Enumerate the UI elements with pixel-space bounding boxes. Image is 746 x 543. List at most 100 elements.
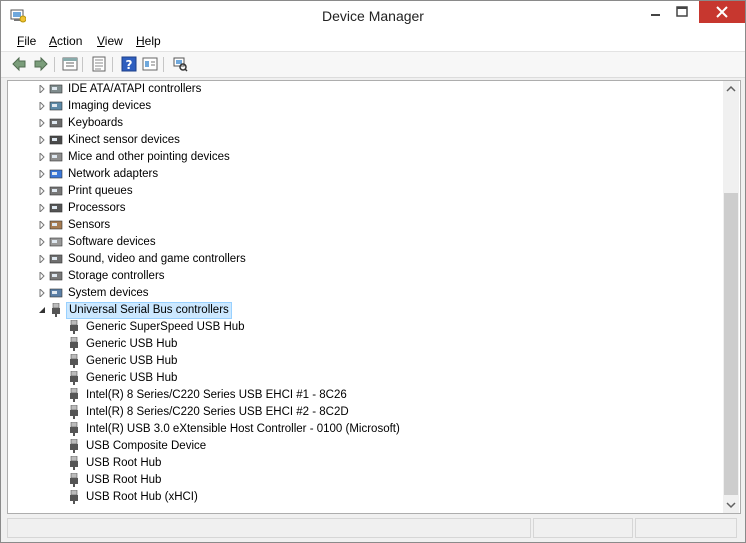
collapsed-arrow-icon[interactable] — [38, 187, 46, 195]
tree-device-row[interactable]: Generic USB Hub — [8, 353, 723, 370]
tree-category-row[interactable]: Keyboards — [8, 115, 723, 132]
window-title: Device Manager — [322, 8, 424, 24]
device-tree-panel: IDE ATA/ATAPI controllers Imaging devices… — [7, 80, 741, 514]
software-device-icon — [49, 237, 63, 247]
tree-device-label: USB Root Hub (xHCI) — [86, 491, 198, 503]
forward-arrow-icon[interactable] — [33, 56, 49, 72]
collapsed-arrow-icon[interactable] — [38, 170, 46, 178]
tree-device-label: Intel(R) 8 Series/C220 Series USB EHCI #… — [86, 406, 349, 418]
collapsed-arrow-icon[interactable] — [38, 204, 46, 212]
tree-device-label: USB Root Hub — [86, 474, 162, 486]
tree-device-row[interactable]: USB Root Hub — [8, 455, 723, 472]
collapsed-arrow-icon[interactable] — [38, 136, 46, 144]
status-pane-main — [7, 518, 531, 538]
tree-device-label: Intel(R) 8 Series/C220 Series USB EHCI #… — [86, 389, 347, 401]
collapsed-arrow-icon[interactable] — [38, 238, 46, 246]
menu-view[interactable]: View — [97, 33, 123, 49]
usb-device-icon — [70, 337, 78, 351]
tree-device-label: Generic USB Hub — [86, 372, 178, 384]
tree-device-label: Generic USB Hub — [86, 338, 178, 350]
tree-category-row[interactable]: Imaging devices — [8, 98, 723, 115]
tree-category-row[interactable]: IDE ATA/ATAPI controllers — [8, 81, 723, 98]
collapsed-arrow-icon[interactable] — [38, 85, 46, 93]
tree-category-row-expanded[interactable]: Universal Serial Bus controllers — [8, 302, 723, 319]
tree-device-row[interactable]: Generic USB Hub — [8, 336, 723, 353]
ide-controller-icon — [49, 84, 63, 94]
usb-device-icon — [70, 422, 78, 436]
tree-category-row[interactable]: Print queues — [8, 183, 723, 200]
device-tree[interactable]: IDE ATA/ATAPI controllers Imaging devices… — [8, 81, 723, 513]
expanded-arrow-icon[interactable] — [38, 306, 46, 314]
scrollbar-thumb[interactable] — [724, 193, 738, 495]
tree-device-label: USB Composite Device — [86, 440, 207, 452]
system-device-icon — [49, 288, 63, 298]
tree-device-row[interactable]: Generic SuperSpeed USB Hub — [8, 319, 723, 336]
network-adapter-icon — [49, 169, 63, 179]
menu-action[interactable]: Action — [49, 33, 82, 49]
tree-device-row[interactable]: Intel(R) USB 3.0 eXtensible Host Control… — [8, 421, 723, 438]
usb-device-icon — [70, 320, 78, 334]
menu-help[interactable]: Help — [136, 33, 161, 49]
usb-controller-icon — [52, 303, 60, 317]
help-icon[interactable]: ? — [121, 56, 137, 72]
back-arrow-icon[interactable] — [11, 56, 27, 72]
collapsed-arrow-icon[interactable] — [38, 153, 46, 161]
tree-device-row[interactable]: Intel(R) 8 Series/C220 Series USB EHCI #… — [8, 404, 723, 421]
tree-category-row[interactable]: Software devices — [8, 234, 723, 251]
tree-device-label: Generic USB Hub — [86, 355, 178, 367]
menu-file[interactable]: File — [17, 33, 36, 49]
storage-controller-icon — [49, 271, 63, 281]
maximize-button[interactable] — [665, 1, 699, 23]
tree-category-row[interactable]: System devices — [8, 285, 723, 302]
tree-category-label: Imaging devices — [68, 100, 152, 112]
tree-device-row[interactable]: USB Root Hub — [8, 472, 723, 489]
collapsed-arrow-icon[interactable] — [38, 289, 46, 297]
tree-category-row[interactable]: Kinect sensor devices — [8, 132, 723, 149]
collapsed-arrow-icon[interactable] — [38, 102, 46, 110]
keyboard-icon — [49, 118, 63, 128]
scroll-up-button[interactable] — [723, 81, 739, 97]
status-bar — [7, 516, 739, 538]
tree-device-label: Intel(R) USB 3.0 eXtensible Host Control… — [86, 423, 400, 435]
details-view-icon[interactable] — [142, 56, 158, 72]
list-view-icon[interactable] — [91, 56, 107, 72]
tree-device-row[interactable]: Intel(R) 8 Series/C220 Series USB EHCI #… — [8, 387, 723, 404]
speaker-icon — [49, 254, 63, 264]
collapsed-arrow-icon[interactable] — [38, 221, 46, 229]
properties-grid-icon[interactable] — [62, 56, 78, 72]
status-pane-middle — [533, 518, 633, 538]
vertical-scrollbar[interactable] — [723, 81, 739, 513]
usb-device-icon — [70, 473, 78, 487]
kinect-sensor-icon — [49, 135, 63, 145]
menu-bar: File Action View Help — [1, 31, 745, 52]
title-bar[interactable]: Device Manager — [1, 1, 745, 31]
tree-category-label: Kinect sensor devices — [68, 134, 180, 146]
toolbar-separator — [54, 57, 55, 72]
scroll-down-button[interactable] — [723, 497, 739, 513]
collapsed-arrow-icon[interactable] — [38, 272, 46, 280]
toolbar: ? — [1, 52, 745, 78]
tree-category-label: Software devices — [68, 236, 156, 248]
tree-category-row[interactable]: Storage controllers — [8, 268, 723, 285]
close-button[interactable] — [699, 1, 745, 23]
tree-category-row[interactable]: Sound, video and game controllers — [8, 251, 723, 268]
tree-device-row[interactable]: Generic USB Hub — [8, 370, 723, 387]
tree-category-label: Print queues — [68, 185, 133, 197]
tree-device-label: USB Root Hub — [86, 457, 162, 469]
tree-category-row[interactable]: Mice and other pointing devices — [8, 149, 723, 166]
usb-device-icon — [70, 371, 78, 385]
toolbar-separator — [112, 57, 113, 72]
scan-hardware-icon[interactable] — [172, 56, 188, 72]
usb-device-icon — [70, 439, 78, 453]
tree-category-row[interactable]: Network adapters — [8, 166, 723, 183]
sensor-icon — [49, 220, 63, 230]
tree-category-row[interactable]: Processors — [8, 200, 723, 217]
collapsed-arrow-icon[interactable] — [38, 255, 46, 263]
tree-device-row[interactable]: USB Composite Device — [8, 438, 723, 455]
tree-category-label: Storage controllers — [68, 270, 165, 282]
collapsed-arrow-icon[interactable] — [38, 119, 46, 127]
tree-category-row[interactable]: Sensors — [8, 217, 723, 234]
usb-device-icon — [70, 405, 78, 419]
tree-device-row[interactable]: USB Root Hub (xHCI) — [8, 489, 723, 506]
camera-icon — [49, 101, 63, 111]
